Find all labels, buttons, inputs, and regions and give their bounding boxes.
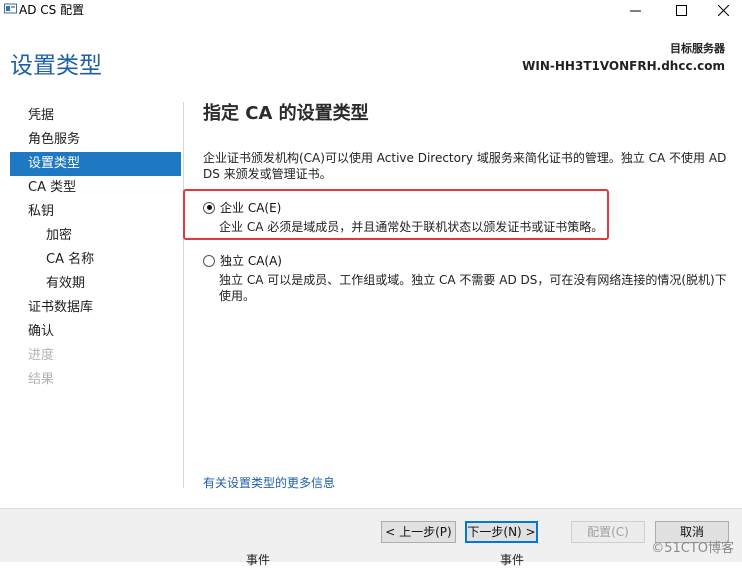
section-heading: 指定 CA 的设置类型 xyxy=(203,103,369,124)
highlight-annotation xyxy=(183,189,609,240)
sidebar-item-ca-name[interactable]: CA 名称 xyxy=(10,248,181,272)
back-button[interactable]: < 上一步(P) xyxy=(381,521,456,543)
wizard-footer: < 上一步(P) 下一步(N) > 配置(C) 取消 事件 事件 ©51CTO博… xyxy=(0,508,742,567)
title-bar: AD CS 配置 xyxy=(0,0,742,20)
sidebar-item-results: 结果 xyxy=(28,372,55,387)
background-text-left: 事件 xyxy=(246,553,271,567)
maximize-button[interactable] xyxy=(658,0,704,20)
sidebar-item-validity-period[interactable]: 有效期 xyxy=(10,272,181,296)
sidebar-item-role-services[interactable]: 角色服务 xyxy=(10,128,181,152)
sidebar-item-setup-type[interactable]: 设置类型 xyxy=(10,152,181,176)
sidebar-item-credentials[interactable]: 凭据 xyxy=(10,104,181,128)
close-icon xyxy=(717,4,729,16)
watermark-text: ©51CTO博客 xyxy=(651,541,734,556)
window-title: AD CS 配置 xyxy=(19,3,85,17)
close-button[interactable] xyxy=(700,0,742,20)
configure-button: 配置(C) xyxy=(571,521,645,543)
page-title: 设置类型 xyxy=(10,53,102,79)
sidebar-item-cryptography[interactable]: 加密 xyxy=(10,224,181,248)
minimize-button[interactable] xyxy=(612,0,658,20)
wizard-sidebar: 凭据 角色服务 设置类型 CA 类型 私钥 加密 CA 名称 有效期 证书数据库… xyxy=(10,104,181,392)
minimize-icon xyxy=(629,10,641,11)
server-manager-icon xyxy=(4,3,17,14)
intro-text: 企业证书颁发机构(CA)可以使用 Active Directory 域服务来简化… xyxy=(203,151,727,181)
sidebar-item-private-key[interactable]: 私钥 xyxy=(10,200,181,224)
sidebar-item-certificate-database[interactable]: 证书数据库 xyxy=(10,296,181,320)
more-info-link[interactable]: 有关设置类型的更多信息 xyxy=(203,474,335,491)
next-button[interactable]: 下一步(N) > xyxy=(465,521,538,543)
sidebar-item-confirmation[interactable]: 确认 xyxy=(10,320,181,344)
sidebar-item-progress: 进度 xyxy=(28,348,55,363)
main-content: 指定 CA 的设置类型 xyxy=(203,100,728,128)
sidebar-divider xyxy=(183,102,184,488)
sidebar-item-ca-type[interactable]: CA 类型 xyxy=(10,176,181,200)
option-standalone-ca-description: 独立 CA 可以是成员、工作组或域。独立 CA 不需要 AD DS，可在没有网络… xyxy=(219,273,727,303)
option-standalone-ca[interactable]: 独立 CA(A) 独立 CA 可以是成员、工作组或域。独立 CA 不需要 AD … xyxy=(203,250,728,304)
option-standalone-ca-label[interactable]: 独立 CA(A) xyxy=(220,254,282,268)
target-server-label: 目标服务器 xyxy=(670,42,725,55)
background-text-right: 事件 xyxy=(500,553,525,567)
maximize-icon xyxy=(675,4,687,16)
target-server-name: WIN-HH3T1VONFRH.dhcc.com xyxy=(522,59,725,73)
radio-standalone-ca[interactable] xyxy=(203,254,215,267)
